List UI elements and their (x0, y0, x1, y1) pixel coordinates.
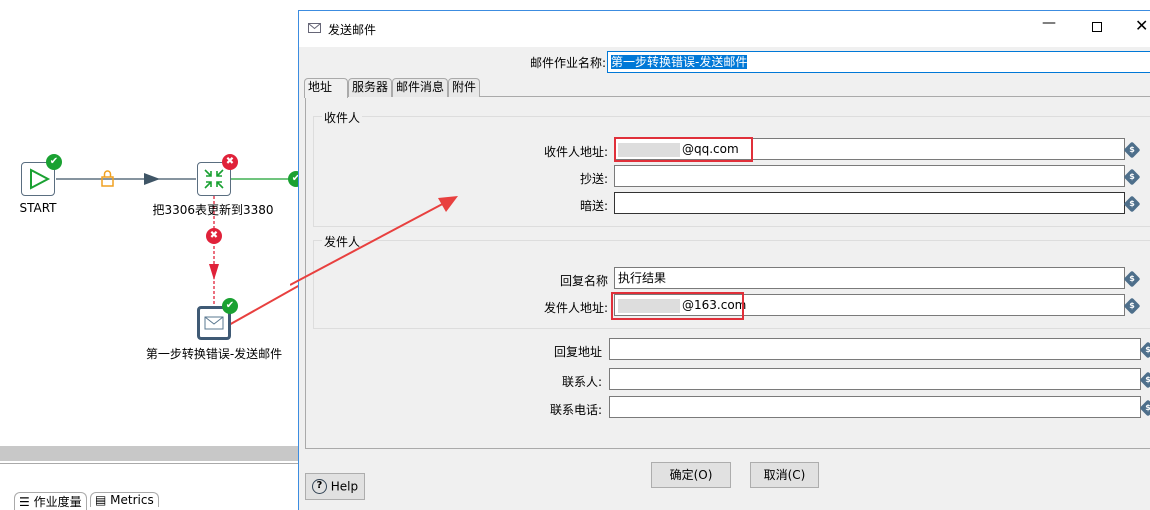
cancel-button[interactable]: 取消(C) (750, 462, 819, 488)
contact-input[interactable] (609, 368, 1141, 390)
maximize-button[interactable] (1092, 22, 1102, 32)
divider (0, 463, 298, 464)
highlight-box (611, 292, 744, 320)
phone-label: 联系电话: (549, 403, 602, 417)
reply-name-label: 回复名称 (559, 274, 608, 288)
doc-icon: ▤ (95, 493, 111, 507)
minimize-button[interactable]: — (1042, 15, 1056, 31)
reply-address-label: 回复地址 (553, 345, 602, 359)
from-label: 发件人地址: (543, 301, 608, 315)
variable-icon[interactable]: $ (1123, 195, 1141, 213)
mail-icon (308, 23, 321, 33)
to-label: 收件人地址: (543, 145, 608, 159)
mail-icon (204, 316, 224, 330)
tab-server[interactable]: 服务器 (348, 78, 393, 97)
bcc-input[interactable] (614, 192, 1125, 214)
group-title: 收件人 (322, 109, 363, 126)
title-bar: 发送邮件 — ✕ (299, 11, 1150, 47)
variable-icon[interactable]: $ (1123, 270, 1141, 288)
tab-message[interactable]: 邮件消息 (392, 78, 449, 97)
cc-input[interactable] (614, 165, 1125, 187)
contact-label: 联系人: (561, 375, 602, 389)
tab-job-metrics[interactable]: ☰ 作业度量 (14, 492, 87, 510)
success-icon: ✔ (46, 154, 62, 170)
reply-address-input[interactable] (609, 338, 1141, 360)
horizontal-scrollbar[interactable] (0, 446, 298, 461)
cc-label: 抄送: (579, 172, 608, 186)
hops (56, 170, 300, 331)
tab-address[interactable]: 地址 (304, 78, 348, 98)
tab-attachments[interactable]: 附件 (448, 78, 481, 97)
arrow-icon (209, 264, 219, 280)
annotation-arrow (290, 196, 458, 286)
arrow-icon (144, 173, 160, 185)
list-icon: ☰ (19, 495, 34, 509)
error-icon: ✖ (222, 154, 238, 170)
help-icon: ? (311, 479, 327, 494)
success-icon: ✔ (222, 298, 238, 314)
node-label: 第一步转换错误-发送邮件 (145, 347, 283, 361)
dialog-title: 发送邮件 (328, 23, 377, 37)
variable-icon[interactable]: $ (1139, 371, 1150, 389)
job-name-label: 邮件作业名称: (529, 56, 606, 70)
variable-icon[interactable]: $ (1123, 168, 1141, 186)
variable-icon[interactable]: $ (1123, 141, 1141, 159)
tab-metrics[interactable]: ▤ Metrics (90, 492, 159, 507)
variable-icon[interactable]: $ (1123, 297, 1141, 315)
node-label: START (19, 201, 57, 215)
highlight-box (614, 137, 753, 162)
node-label: 把3306表更新到3380 (152, 203, 274, 217)
error-icon: ✖ (206, 228, 222, 244)
help-button[interactable]: ? Help (305, 473, 365, 500)
close-button[interactable]: ✕ (1135, 16, 1148, 35)
variable-icon[interactable]: $ (1139, 341, 1150, 359)
ok-button[interactable]: 确定(O) (651, 462, 731, 488)
phone-input[interactable] (609, 396, 1141, 418)
variable-icon[interactable]: $ (1139, 399, 1150, 417)
reply-name-input[interactable]: 执行结果 (614, 267, 1125, 289)
bcc-label: 暗送: (579, 199, 608, 213)
job-name-input[interactable]: 第一步转换错误-发送邮件 (607, 51, 1150, 73)
